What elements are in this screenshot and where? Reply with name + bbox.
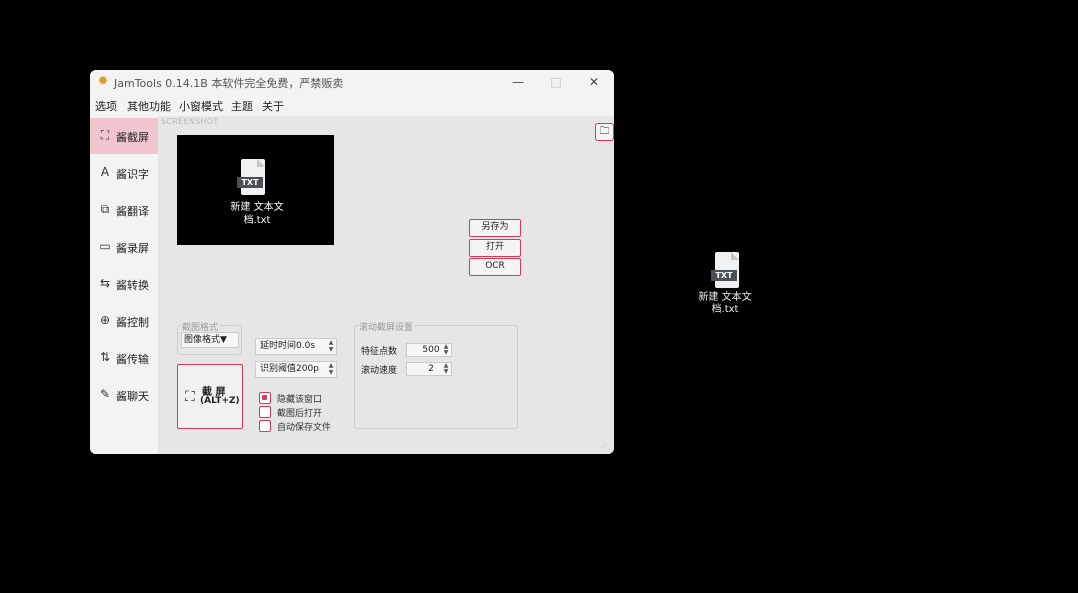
sidebar-item-control[interactable]: ⊕ 酱控制	[90, 303, 158, 339]
scroll-speed-label: 滚动速度	[361, 366, 398, 376]
app-logo-icon: ✹	[97, 74, 109, 89]
preview-file-name: 新建 文本文档.txt	[230, 202, 284, 226]
save-as-button[interactable]: 另存为	[469, 219, 521, 237]
crop-icon: ⛶	[185, 389, 195, 405]
sidebar-item-transfer[interactable]: ⇅ 酱传输	[90, 340, 158, 376]
sidebar-item-translate[interactable]: ⧉ 酱翻译	[90, 192, 158, 228]
sidebar-item-chat[interactable]: ✎ 酱聊天	[90, 377, 158, 413]
sidebar-item-record[interactable]: ▭ 酱录屏	[90, 229, 158, 265]
spin-arrows-icon[interactable]: ▲ ▼	[327, 362, 335, 376]
sidebar: ⛶ 酱截屏 A 酱识字 ⧉ 酱翻译 ▭ 酱录屏 ⇆ 酱转换 ⊕ 酱控制 ⇅ 酱传…	[90, 116, 158, 454]
desktop-file-name: 新建 文本文档.txt	[698, 292, 752, 315]
resize-grip-icon[interactable]: ⋰	[600, 442, 612, 452]
text-recognition-icon: A	[100, 165, 110, 179]
capture-shortcut: (ALT+Z)	[200, 396, 240, 406]
scroll-speed-value: 2	[428, 364, 434, 374]
maximize-button[interactable]: □	[542, 73, 570, 91]
menu-other-functions[interactable]: 其他功能	[127, 98, 171, 114]
screenshot-panel: SCREENSHOT TXT 新建 文本文档.txt 另存为 打开 OCR 🗀 …	[158, 116, 614, 454]
format-select[interactable]: 图像格式▼	[181, 332, 239, 348]
chat-icon: ✎	[99, 387, 111, 401]
delay-value: 延时时间0.0s	[260, 341, 316, 351]
file-type-tag: TXT	[711, 270, 737, 281]
sidebar-item-convert[interactable]: ⇆ 酱转换	[90, 266, 158, 302]
menu-mini-mode[interactable]: 小窗模式	[179, 98, 223, 114]
crop-icon: ⛶	[100, 128, 110, 142]
sidebar-item-label: 酱识字	[116, 168, 149, 181]
sidebar-item-label: 酱传输	[116, 353, 149, 366]
spin-arrows-icon[interactable]: ▲ ▼	[442, 344, 450, 356]
title-bar[interactable]: ✹ JamTools 0.14.1B 本软件完全免费，严禁贩卖 — □ ✕	[90, 70, 614, 94]
delay-spinbox[interactable]: 延时时间0.0s ▲ ▼	[255, 338, 337, 355]
ocr-button[interactable]: OCR	[469, 258, 521, 276]
sidebar-item-label: 酱翻译	[116, 205, 149, 218]
checkbox-box[interactable]	[259, 420, 271, 432]
translate-icon: ⧉	[100, 202, 110, 216]
menu-bar: 选项 其他功能 小窗模式 主题 关于	[90, 94, 614, 116]
scroll-settings-group: 滚动截屏设置 特征点数 500 ▲ ▼ 滚动速度 2 ▲ ▼	[354, 320, 518, 429]
scroll-group-title: 滚动截屏设置	[358, 320, 415, 333]
sidebar-item-label: 酱截屏	[116, 131, 149, 144]
window-title: JamTools 0.14.1B 本软件完全免费，严禁贩卖	[114, 77, 344, 90]
capture-button[interactable]: ⛶ 截 屏 (ALT+Z)	[177, 364, 243, 429]
screenshot-preview[interactable]: TXT 新建 文本文档.txt	[177, 135, 334, 245]
feature-points-spinbox[interactable]: 500 ▲ ▼	[406, 343, 452, 357]
checkbox-label: 隐藏该窗口	[277, 395, 323, 405]
sidebar-item-label: 酱控制	[116, 316, 149, 329]
feature-points-value: 500	[422, 345, 440, 355]
sidebar-item-ocr[interactable]: A 酱识字	[90, 155, 158, 191]
sidebar-item-screenshot[interactable]: ⛶ 酱截屏	[90, 118, 158, 154]
menu-about[interactable]: 关于	[262, 98, 284, 114]
checkbox-box[interactable]	[259, 406, 271, 418]
checkbox-box[interactable]	[259, 392, 271, 404]
transfer-icon: ⇅	[99, 350, 111, 364]
panel-mode-label: SCREENSHOT	[161, 117, 219, 126]
open-button[interactable]: 打开	[469, 239, 521, 257]
record-icon: ▭	[99, 239, 111, 253]
format-group: 截图格式 图像格式▼	[177, 320, 242, 355]
threshold-spinbox[interactable]: 识别阈值200p ▲ ▼	[255, 361, 337, 378]
txt-file-icon: TXT	[711, 252, 739, 288]
minimize-button[interactable]: —	[504, 73, 532, 91]
folder-button[interactable]: 🗀	[595, 123, 614, 141]
feature-points-label: 特征点数	[361, 347, 398, 357]
checkbox-label: 自动保存文件	[277, 423, 332, 433]
checkbox-label: 截图后打开	[277, 409, 323, 419]
menu-options[interactable]: 选项	[95, 98, 117, 114]
txt-file-icon: TXT	[237, 159, 265, 195]
control-icon: ⊕	[99, 313, 111, 327]
scroll-speed-spinbox[interactable]: 2 ▲ ▼	[406, 362, 452, 376]
convert-icon: ⇆	[99, 276, 111, 290]
sidebar-item-label: 酱录屏	[116, 242, 149, 255]
close-button[interactable]: ✕	[580, 73, 608, 91]
jamtools-window: ✹ JamTools 0.14.1B 本软件完全免费，严禁贩卖 — □ ✕ 选项…	[90, 70, 614, 454]
desktop-file[interactable]: TXT 新建 文本文档.txt	[692, 252, 758, 316]
menu-theme[interactable]: 主题	[231, 98, 253, 114]
sidebar-item-label: 酱聊天	[116, 390, 149, 403]
threshold-value: 识别阈值200p	[260, 364, 319, 374]
folder-icon: 🗀	[599, 126, 610, 137]
spin-arrows-icon[interactable]: ▲ ▼	[327, 339, 335, 353]
sidebar-item-label: 酱转换	[116, 279, 149, 292]
file-type-tag: TXT	[237, 177, 263, 188]
spin-arrows-icon[interactable]: ▲ ▼	[442, 363, 450, 375]
